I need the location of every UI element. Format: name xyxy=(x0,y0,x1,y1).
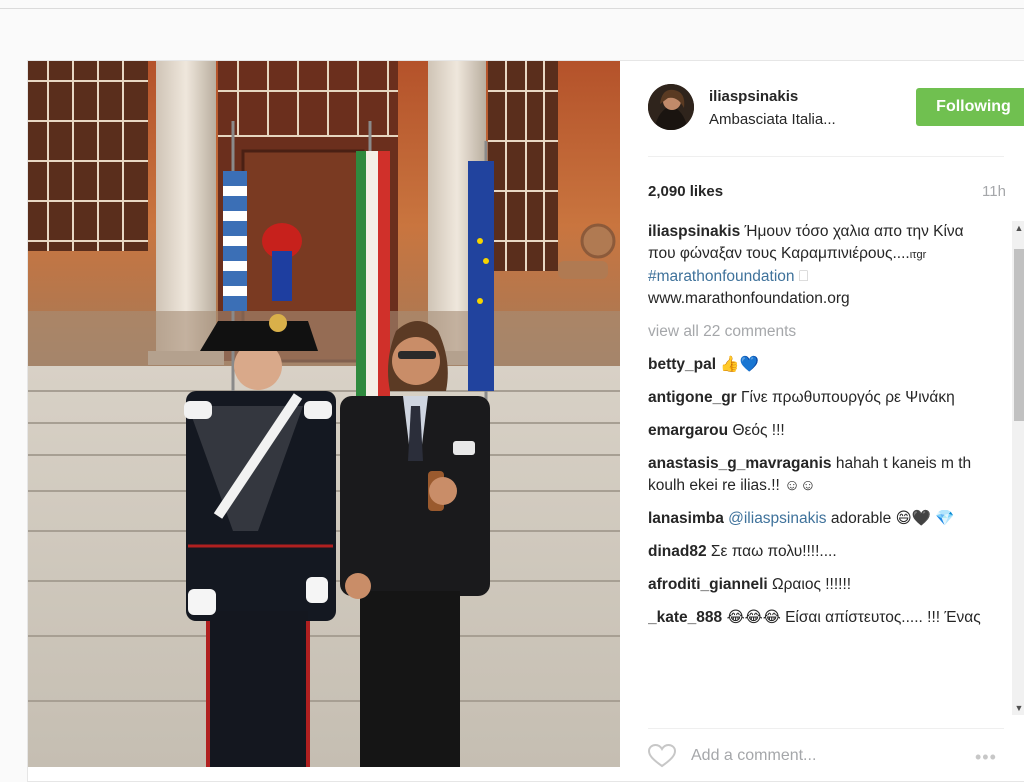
comment-username[interactable]: afroditi_gianneli xyxy=(648,576,768,593)
comment-username[interactable]: betty_pal xyxy=(648,356,716,373)
comment-text: Θεός !!! xyxy=(732,422,785,439)
post-photo-illustration xyxy=(28,61,620,767)
scroll-down-arrow-icon[interactable]: ▼ xyxy=(1012,701,1024,715)
comment-row: anastasis_g_mavraganis hahah t kaneis m … xyxy=(648,453,993,497)
avatar[interactable] xyxy=(648,84,694,130)
comments-list: iliaspsinakis Ήμουν τόσο χαλια απο την Κ… xyxy=(648,221,993,717)
comment-username[interactable]: lanasimba xyxy=(648,510,724,527)
comment-text: 👍💙 xyxy=(720,356,759,373)
post-photo[interactable] xyxy=(28,61,620,767)
comment-text: Σε παω πολυ!!!!.... xyxy=(710,543,837,560)
footer-divider xyxy=(648,728,1004,729)
caption-link[interactable]: www.marathonfoundation.org xyxy=(648,290,850,307)
comment-row: lanasimba @iliaspsinakis adorable 😄🖤 💎 xyxy=(648,508,993,530)
following-button[interactable]: Following xyxy=(916,88,1024,126)
post-sidebar: iliaspsinakis Ambasciata Italia... Follo… xyxy=(620,61,1024,781)
comment-username[interactable]: _kate_888 xyxy=(648,609,722,626)
view-all-comments-link[interactable]: view all 22 comments xyxy=(648,321,993,343)
caption-hashtag-suffix: ⎕ xyxy=(794,268,809,285)
comment-text: adorable 😄🖤 💎 xyxy=(830,510,955,527)
avatar-image xyxy=(648,84,694,130)
comment-row: dinad82 Σε παω πολυ!!!!.... xyxy=(648,541,993,563)
username-link[interactable]: iliaspsinakis xyxy=(709,88,798,105)
scroll-up-arrow-icon[interactable]: ▲ xyxy=(1012,221,1024,235)
location-link[interactable]: Ambasciata Italia... xyxy=(709,111,836,128)
caption-username[interactable]: iliaspsinakis xyxy=(648,223,740,240)
comments-scrollbar[interactable]: ▲ ▼ xyxy=(1012,221,1024,715)
scrollbar-thumb[interactable] xyxy=(1014,249,1024,421)
post-timestamp[interactable]: 11h xyxy=(982,183,1006,200)
header-divider xyxy=(648,156,1004,157)
comment-username[interactable]: emargarou xyxy=(648,422,728,439)
comment-row: afroditi_gianneli Ωραιος !!!!!! xyxy=(648,574,993,596)
comment-row: emargarou Θεός !!! xyxy=(648,420,993,442)
comment-row: _kate_888 😂😂😂 Είσαι απίστευτος..... !!! … xyxy=(648,607,993,629)
comment-username[interactable]: dinad82 xyxy=(648,543,707,560)
add-comment-input[interactable]: Add a comment... xyxy=(691,747,816,765)
comment-text: Γίνε πρωθυπουργός ρε Ψινάκη xyxy=(741,389,955,406)
comment-username[interactable]: antigone_gr xyxy=(648,389,737,406)
caption: iliaspsinakis Ήμουν τόσο χαλια απο την Κ… xyxy=(648,221,993,310)
caption-hashtag[interactable]: #marathonfoundation xyxy=(648,268,795,285)
comment-mention[interactable]: @iliaspsinakis xyxy=(728,510,826,527)
comment-text: Ωραιος !!!!!! xyxy=(772,576,852,593)
post-card: iliaspsinakis Ambasciata Italia... Follo… xyxy=(27,60,1024,782)
comment-row: betty_pal 👍💙 xyxy=(648,354,993,376)
comment-row: antigone_gr Γίνε πρωθυπουργός ρε Ψινάκη xyxy=(648,387,993,409)
post-header: iliaspsinakis Ambasciata Italia... Follo… xyxy=(648,81,1024,139)
likes-count[interactable]: 2,090 likes xyxy=(648,183,723,200)
caption-tag-suffix: ιτgr xyxy=(909,249,927,261)
comment-username[interactable]: anastasis_g_mavraganis xyxy=(648,455,832,472)
heart-outline-icon[interactable] xyxy=(647,743,677,768)
comment-text: 😂😂😂 Είσαι απίστευτος..... !!! Ένας xyxy=(726,609,981,626)
top-divider xyxy=(0,8,1024,9)
